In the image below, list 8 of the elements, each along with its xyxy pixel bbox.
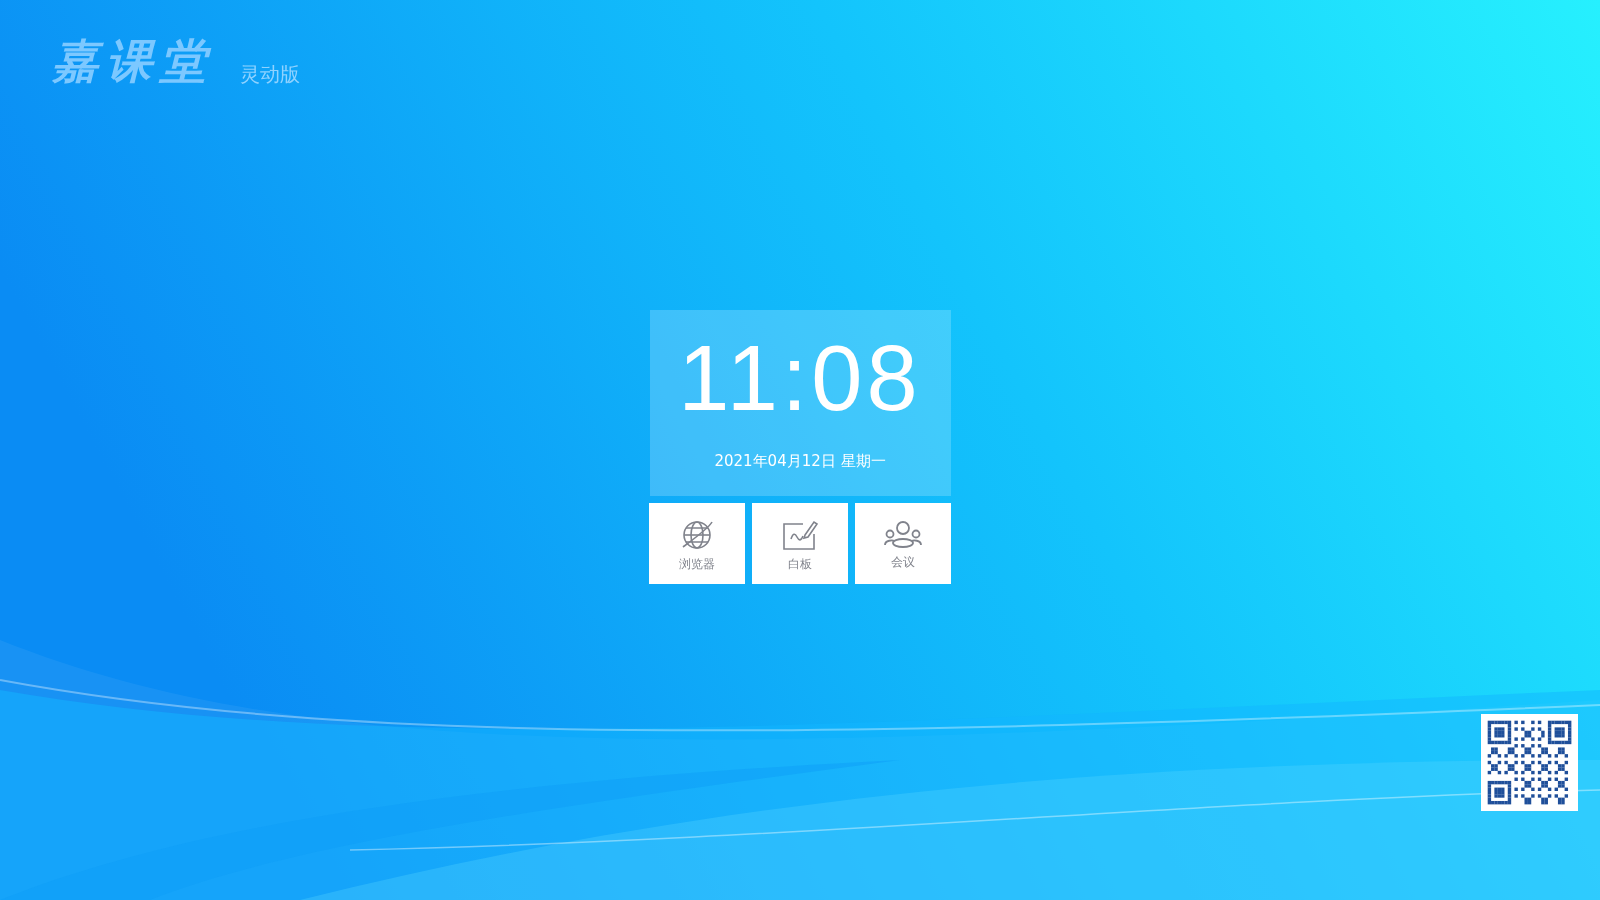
app-tile[interactable]: 浏览器 (649, 503, 745, 584)
clock-time: 11:08 (678, 332, 922, 424)
app-tile[interactable]: 会议 (855, 503, 951, 584)
logo-title: 嘉课堂 (52, 32, 215, 90)
clock-date: 2021年04月12日 星期一 (714, 451, 886, 472)
people-icon (883, 519, 923, 550)
logo-edition: 灵动版 (240, 64, 300, 88)
app-tile[interactable]: 白板 (752, 503, 848, 584)
